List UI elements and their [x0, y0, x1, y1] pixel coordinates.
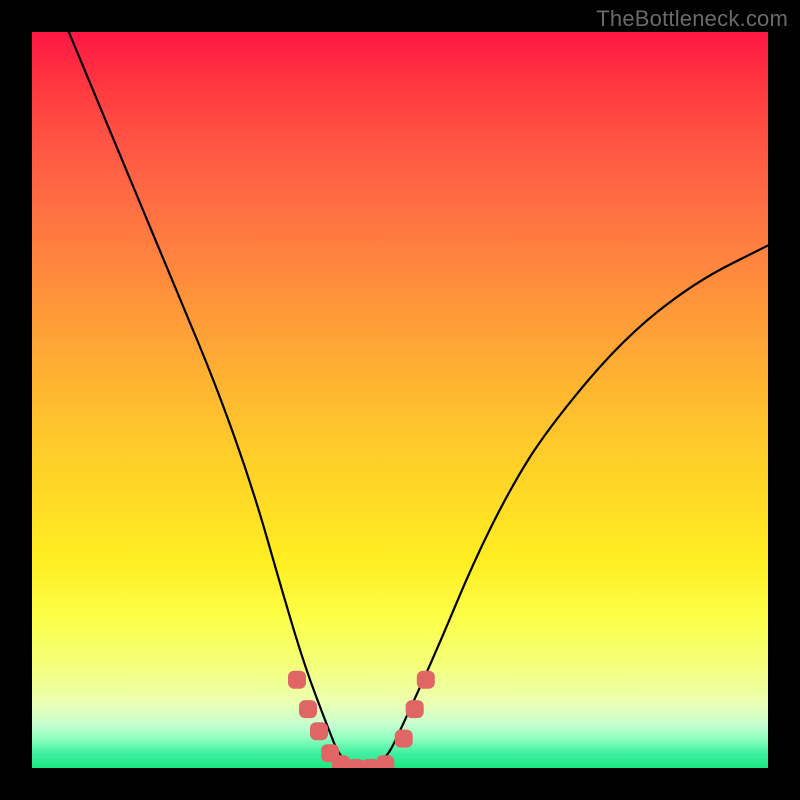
highlight-dot	[395, 730, 413, 748]
highlight-dot	[310, 722, 328, 740]
highlight-points	[288, 671, 435, 768]
highlight-dot	[376, 755, 394, 768]
watermark-text: TheBottleneck.com	[596, 6, 788, 32]
plot-area	[32, 32, 768, 768]
highlight-dot	[417, 671, 435, 689]
highlight-dot	[406, 700, 424, 718]
curve-svg	[32, 32, 768, 768]
bottleneck-curve	[69, 32, 768, 766]
chart-frame: TheBottleneck.com	[0, 0, 800, 800]
highlight-dot	[288, 671, 306, 689]
highlight-dot	[299, 700, 317, 718]
